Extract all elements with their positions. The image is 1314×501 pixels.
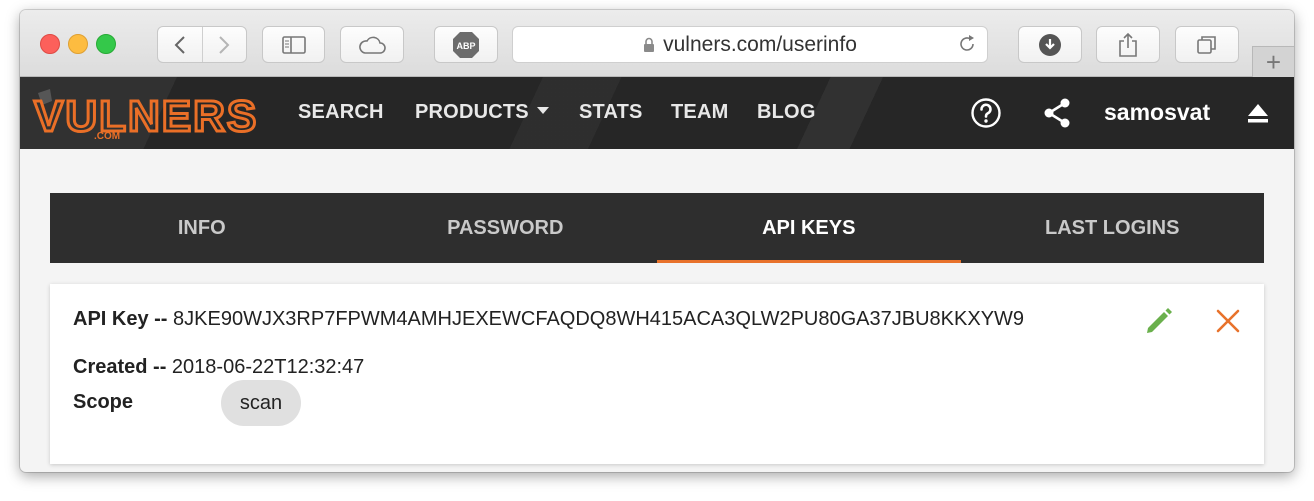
tab-last-logins[interactable]: LAST LOGINS (961, 193, 1265, 263)
logout-eject-icon[interactable] (1246, 101, 1270, 130)
share-button[interactable] (1096, 26, 1160, 63)
nav-search[interactable]: SEARCH (298, 101, 384, 124)
download-icon (1039, 33, 1061, 56)
api-key-label: API Key -- (73, 308, 168, 330)
nav-team[interactable]: TEAM (671, 101, 728, 124)
icloud-tabs-button[interactable] (340, 26, 404, 63)
chevron-right-icon (219, 35, 230, 54)
nav-products[interactable]: PRODUCTS (415, 101, 549, 124)
created-row: Created -- 2018-06-22T12:32:47 (73, 356, 364, 379)
url-text: vulners.com/userinfo (663, 32, 857, 56)
tab-api-keys[interactable]: API KEYS (657, 193, 961, 263)
edit-key-button[interactable] (1144, 306, 1174, 341)
tabs-icon (1197, 35, 1216, 54)
nav-products-label: PRODUCTS (415, 101, 529, 123)
svg-text:.COM: .COM (94, 131, 120, 141)
site-header: VULNERS .COM SEARCH PRODUCTS STATS TEAM … (20, 77, 1294, 149)
reload-icon[interactable] (957, 34, 977, 60)
cloud-icon (359, 36, 386, 54)
forward-button[interactable] (203, 27, 247, 62)
help-icon[interactable] (970, 97, 1002, 134)
chevron-left-icon (174, 35, 185, 54)
minimize-window-button[interactable] (68, 34, 88, 54)
tab-info[interactable]: INFO (50, 193, 354, 263)
username-link[interactable]: samosvat (1104, 99, 1210, 126)
share-network-icon[interactable] (1042, 97, 1072, 134)
adblock-icon: ABP (453, 31, 479, 58)
close-window-button[interactable] (40, 34, 60, 54)
sidebar-icon (281, 35, 306, 54)
created-label: Created -- (73, 356, 167, 378)
api-key-row: API Key -- 8JKE90WJX3RP7FPWM4AMHJEXEWCFA… (73, 308, 1024, 331)
scope-row: Scope (73, 391, 133, 414)
created-value: 2018-06-22T12:32:47 (171, 356, 365, 378)
tab-overview-button[interactable] (1175, 26, 1239, 63)
back-button[interactable] (158, 27, 202, 62)
scope-chip: scan (221, 380, 301, 426)
close-icon (1216, 309, 1240, 333)
browser-window: ABP vulners.com/userinfo + VULNERS .COM … (20, 10, 1294, 472)
new-tab-button[interactable]: + (1252, 46, 1294, 77)
share-icon (1119, 32, 1137, 57)
nav-blog[interactable]: BLOG (757, 101, 816, 124)
caret-down-icon (536, 107, 549, 114)
address-bar[interactable]: vulners.com/userinfo (512, 26, 988, 63)
api-key-value: 8JKE90WJX3RP7FPWM4AMHJEXEWCFAQDQ8WH415AC… (173, 308, 1025, 330)
scope-label: Scope (73, 391, 134, 413)
svg-text:ABP: ABP (456, 41, 475, 51)
adblock-button[interactable]: ABP (434, 26, 498, 63)
pencil-icon (1147, 308, 1172, 333)
tab-password[interactable]: PASSWORD (354, 193, 658, 263)
lock-icon (643, 37, 655, 53)
nav-stats[interactable]: STATS (579, 101, 643, 124)
downloads-button[interactable] (1018, 26, 1082, 63)
profile-tabs: INFO PASSWORD API KEYS LAST LOGINS (50, 193, 1264, 263)
svg-text:VULNERS: VULNERS (34, 92, 258, 141)
sidebar-button[interactable] (262, 26, 325, 63)
zoom-window-button[interactable] (96, 34, 116, 54)
delete-key-button[interactable] (1214, 307, 1242, 340)
api-key-card: API Key -- 8JKE90WJX3RP7FPWM4AMHJEXEWCFA… (50, 284, 1264, 464)
back-forward-group (157, 26, 247, 63)
vulners-logo[interactable]: VULNERS .COM (32, 87, 276, 143)
browser-toolbar: ABP vulners.com/userinfo + (20, 10, 1294, 77)
